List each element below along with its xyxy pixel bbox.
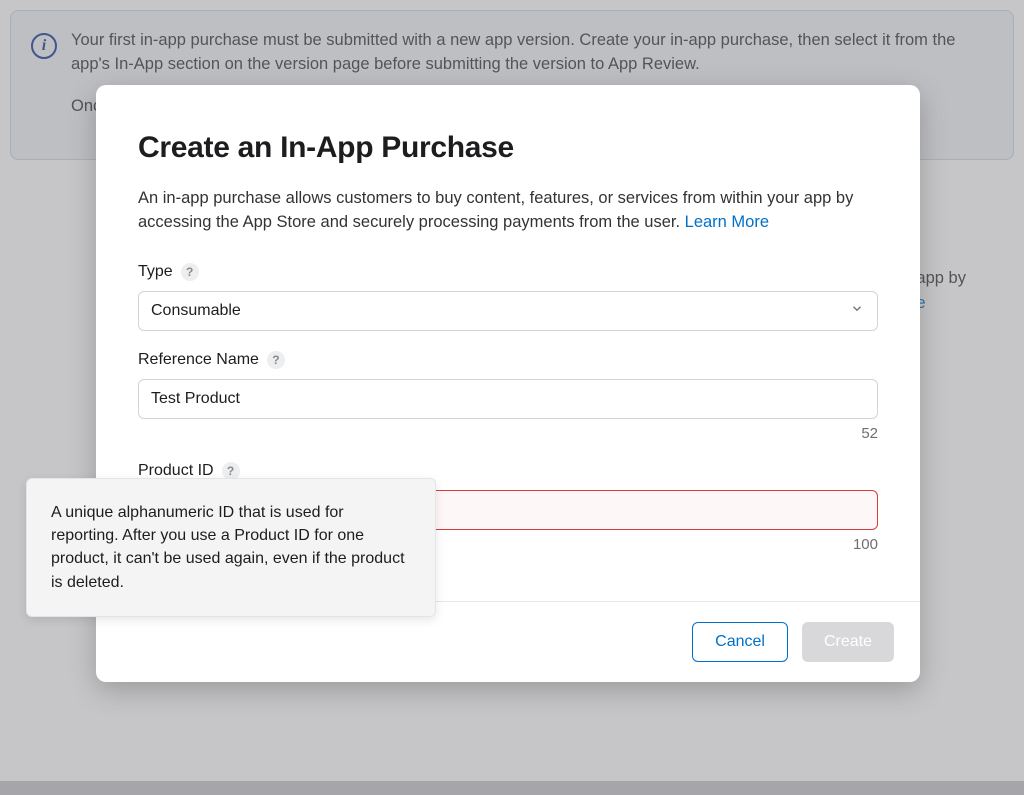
- modal-description: An in-app purchase allows customers to b…: [138, 187, 878, 235]
- type-select[interactable]: [138, 291, 878, 331]
- reference-name-count: 52: [138, 425, 878, 442]
- modal-title: Create an In-App Purchase: [138, 131, 878, 165]
- create-button[interactable]: Create: [802, 622, 894, 662]
- learn-more-link[interactable]: Learn More: [685, 213, 769, 231]
- type-label: Type: [138, 263, 173, 281]
- product-id-tooltip: A unique alphanumeric ID that is used fo…: [26, 478, 436, 617]
- reference-name-label: Reference Name: [138, 351, 259, 369]
- tooltip-text: A unique alphanumeric ID that is used fo…: [51, 504, 405, 591]
- reference-name-input[interactable]: [138, 379, 878, 419]
- field-reference-name: Reference Name ? 52: [138, 351, 878, 442]
- help-icon[interactable]: ?: [181, 263, 199, 281]
- field-type: Type ?: [138, 263, 878, 331]
- help-icon[interactable]: ?: [267, 351, 285, 369]
- cancel-button[interactable]: Cancel: [692, 622, 788, 662]
